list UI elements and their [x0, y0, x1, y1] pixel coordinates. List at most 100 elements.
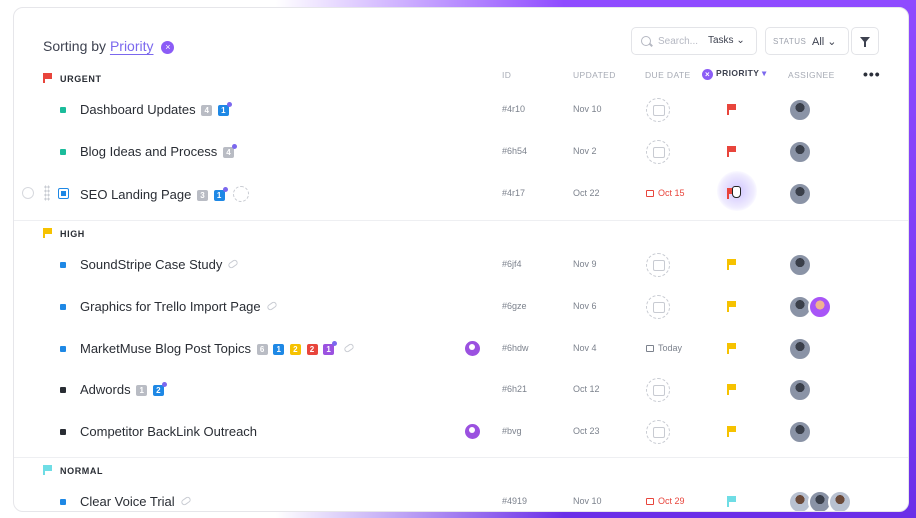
priority-flag-icon[interactable]: [727, 301, 737, 312]
watcher-icon[interactable]: [465, 424, 480, 439]
assignee-avatar[interactable]: [788, 140, 812, 164]
task-row[interactable]: Graphics for Trello Import Page #6gze No…: [14, 287, 894, 327]
status-checkbox[interactable]: [58, 188, 69, 199]
task-updated: Nov 10: [573, 104, 602, 114]
status-dot[interactable]: [60, 262, 66, 268]
set-due-date-icon[interactable]: [646, 253, 670, 277]
group-divider: [14, 220, 908, 221]
list-toolbar: Sorting by Priority × Search... Tasks ⌄ …: [14, 8, 908, 68]
status-dot[interactable]: [60, 387, 66, 393]
attachment-icon: [227, 258, 240, 270]
status-filter[interactable]: STATUS All ⌄: [765, 27, 849, 55]
clear-sort-icon[interactable]: ×: [161, 41, 175, 54]
tag-badge: 1: [273, 344, 285, 355]
more-options-icon[interactable]: •••: [863, 66, 881, 82]
set-due-date-icon[interactable]: [646, 420, 670, 444]
set-due-date-icon[interactable]: [646, 378, 670, 402]
task-id: #4r17: [502, 188, 526, 198]
checklist-badge: 1: [217, 102, 232, 116]
calendar-icon: [646, 190, 654, 197]
task-name[interactable]: Blog Ideas and Process 4: [80, 144, 237, 159]
assignee-avatar[interactable]: [788, 337, 812, 361]
task-row[interactable]: MarketMuse Blog Post Topics 6 1 2 2 1 #6…: [14, 329, 894, 369]
task-name[interactable]: SoundStripe Case Study: [80, 257, 240, 272]
sort-prefix: Sorting by: [43, 38, 107, 54]
filter-icon: [860, 37, 870, 47]
task-updated: Nov 2: [573, 146, 597, 156]
status-dot[interactable]: [60, 107, 66, 113]
select-checkbox[interactable]: [22, 187, 34, 199]
task-updated: Oct 22: [573, 188, 600, 198]
priority-flag-icon[interactable]: [727, 384, 737, 395]
set-due-date-icon[interactable]: [646, 295, 670, 319]
column-header-assignee[interactable]: ASSIGNEE: [788, 70, 835, 80]
priority-flag-icon[interactable]: [727, 259, 737, 270]
column-header-updated[interactable]: UPDATED: [573, 70, 616, 80]
column-header-priority[interactable]: × PRIORITY ▾: [702, 68, 767, 80]
set-due-date-icon[interactable]: [646, 140, 670, 164]
task-name[interactable]: Clear Voice Trial: [80, 494, 192, 509]
search-scope-dropdown[interactable]: Tasks ⌄: [708, 35, 745, 46]
task-row[interactable]: Clear Voice Trial #4919 Nov 10 Oct 29: [14, 482, 894, 511]
set-due-date-icon[interactable]: [646, 98, 670, 122]
task-name[interactable]: Adwords 1 2: [80, 382, 167, 397]
priority-flag-icon[interactable]: [727, 496, 737, 507]
normal-flag-icon: [43, 465, 52, 475]
calendar-icon: [646, 498, 654, 505]
task-row[interactable]: Competitor BackLink Outreach #bvg Oct 23: [14, 412, 894, 452]
attachment-icon: [179, 495, 192, 507]
sort-indicator: Sorting by Priority ×: [43, 38, 175, 54]
priority-flag-icon[interactable]: [727, 426, 737, 437]
status-dot[interactable]: [60, 499, 66, 505]
group-header-normal[interactable]: NORMAL: [43, 465, 103, 476]
search-box[interactable]: Search... Tasks ⌄: [631, 27, 757, 55]
assignee-avatar[interactable]: [828, 490, 852, 511]
drag-handle[interactable]: [44, 185, 50, 201]
task-row[interactable]: Adwords 1 2 #6h21 Oct 12: [14, 370, 894, 410]
task-name[interactable]: MarketMuse Blog Post Topics 6 1 2 2 1: [80, 341, 355, 356]
clear-priority-sort-icon[interactable]: ×: [702, 69, 713, 80]
status-dot[interactable]: [60, 149, 66, 155]
task-due-date[interactable]: Oct 29: [646, 496, 685, 506]
group-header-urgent[interactable]: URGENT: [43, 73, 102, 84]
status-dot[interactable]: [60, 304, 66, 310]
subtask-count-badge: 6: [256, 344, 268, 355]
task-row[interactable]: SoundStripe Case Study #6jf4 Nov 9: [14, 245, 894, 285]
task-row[interactable]: Dashboard Updates 4 1 #4r10 Nov 10: [14, 90, 894, 130]
column-header-due-date[interactable]: DUE DATE: [645, 70, 691, 80]
task-row-hovered[interactable]: SEO Landing Page 3 1 #4r17 Oct 22 Oct 15: [14, 174, 894, 214]
assignee-avatar[interactable]: [788, 98, 812, 122]
sort-field-link[interactable]: Priority: [110, 38, 154, 54]
subtask-count-badge: 4: [222, 144, 237, 158]
group-header-high[interactable]: HIGH: [43, 228, 85, 239]
urgent-flag-icon: [43, 73, 52, 83]
priority-flag-icon[interactable]: [727, 146, 737, 157]
status-dot[interactable]: [60, 429, 66, 435]
task-row[interactable]: Blog Ideas and Process 4 #6h54 Nov 2: [14, 132, 894, 172]
subtask-count-badge: 1: [136, 385, 148, 396]
task-name[interactable]: Competitor BackLink Outreach: [80, 424, 257, 439]
task-name[interactable]: Dashboard Updates 4 1: [80, 102, 232, 117]
priority-flag-icon[interactable]: [727, 104, 737, 115]
assignee-avatar[interactable]: [788, 253, 812, 277]
task-id: #bvg: [502, 426, 522, 436]
task-updated: Oct 23: [573, 426, 600, 436]
task-due-date[interactable]: Today: [646, 343, 682, 353]
tag-badge: 2: [289, 344, 301, 355]
assignee-avatar[interactable]: [808, 295, 832, 319]
task-due-date[interactable]: Oct 15: [646, 188, 685, 198]
status-filter-label: STATUS: [773, 37, 807, 46]
watcher-icon[interactable]: [465, 341, 480, 356]
task-name[interactable]: SEO Landing Page 3 1: [80, 186, 250, 202]
filter-button[interactable]: [851, 27, 879, 55]
status-dot[interactable]: [60, 346, 66, 352]
priority-flag-icon[interactable]: [727, 343, 737, 354]
column-header-id[interactable]: ID: [502, 70, 511, 80]
task-id: #6h21: [502, 384, 528, 394]
assignee-avatar[interactable]: [788, 182, 812, 206]
add-tag-icon[interactable]: [233, 186, 250, 202]
assignee-avatar[interactable]: [788, 378, 812, 402]
assignee-avatar[interactable]: [788, 420, 812, 444]
checklist-badge: 2: [152, 382, 167, 396]
task-name[interactable]: Graphics for Trello Import Page: [80, 299, 278, 314]
